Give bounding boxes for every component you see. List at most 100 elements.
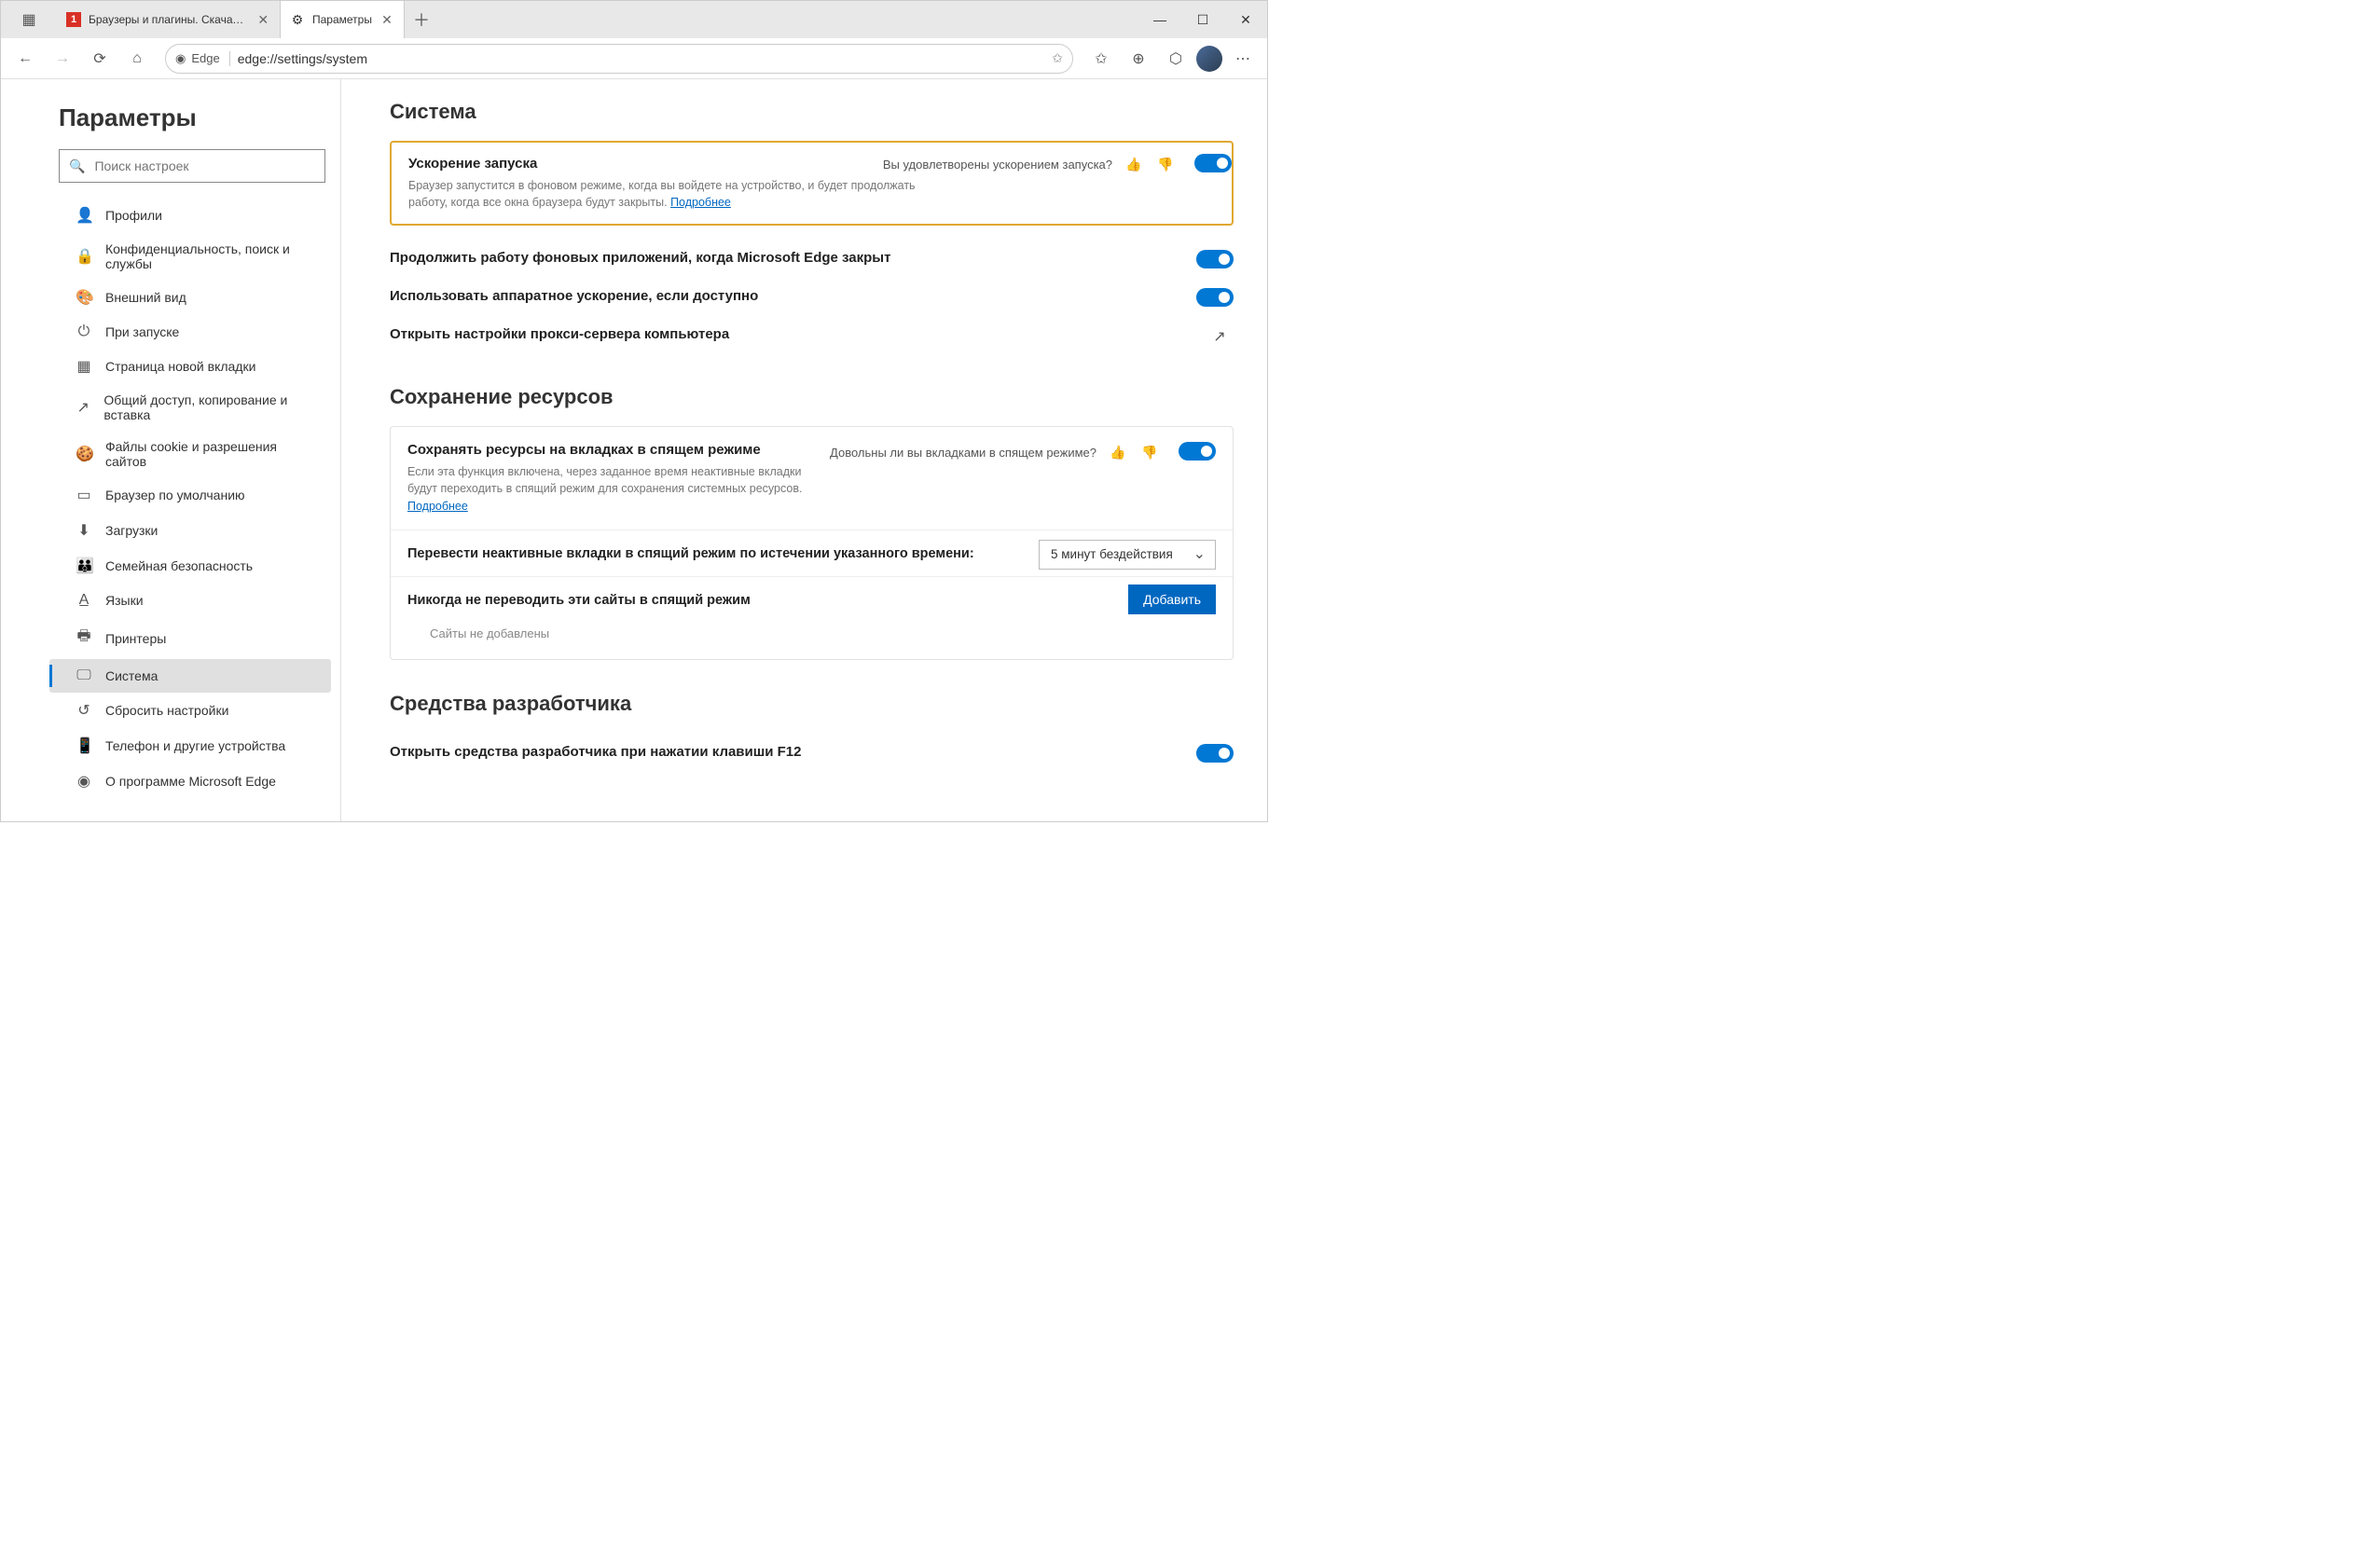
share-icon: ↗ [76,398,90,417]
sleeping-tabs-toggle[interactable] [1179,442,1216,461]
download-icon: ⬇ [76,521,92,540]
main-content: Система Ускорение запуска Браузер запуст… [341,79,1267,821]
sidebar: Параметры 🔍 👤Профили 🔒Конфиденциальность… [1,79,341,821]
sidebar-item-printers[interactable]: 🖶Принтеры [49,617,331,659]
tab-favicon-icon: 1 [66,12,81,27]
sleeping-tabs-setting: Сохранять ресурсы на вкладках в спящем р… [391,427,1233,529]
feedback-question: Довольны ли вы вкладками в спящем режиме… [830,446,1096,460]
learn-more-link[interactable]: Подробнее [407,500,468,513]
tab-title: Браузеры и плагины. Скачать б [89,13,248,26]
home-button[interactable]: ⌂ [120,42,154,76]
close-icon[interactable]: ✕ [255,12,270,27]
startup-boost-setting: Ускорение запуска Браузер запустится в ф… [390,141,1234,226]
sidebar-item-newtab[interactable]: ▦Страница новой вкладки [49,349,331,384]
sidebar-item-languages[interactable]: A̲Языки [49,584,331,617]
setting-desc: Браузер запустится в фоновом режиме, ког… [408,177,949,211]
titlebar: ▦ 1 Браузеры и плагины. Скачать б ✕ ⚙ Па… [1,1,1267,38]
tab-strip: 1 Браузеры и плагины. Скачать б ✕ ⚙ Пара… [57,1,1138,38]
family-icon: 👪 [76,557,92,575]
thumbs-up-icon[interactable]: 👍 [1124,154,1144,174]
minimize-button[interactable]: — [1138,1,1181,38]
tab-actions-icon[interactable]: ▦ [12,3,46,36]
profile-icon: 👤 [76,206,92,225]
sidebar-item-privacy[interactable]: 🔒Конфиденциальность, поиск и службы [49,233,331,280]
browser-label: ◉ Edge [175,51,230,66]
sidebar-item-downloads[interactable]: ⬇Загрузки [49,513,331,548]
sidebar-item-cookies[interactable]: 🍪Файлы cookie и разрешения сайтов [49,431,331,477]
sidebar-item-startup[interactable]: ⏻При запуске [49,315,331,349]
setting-title: Открыть средства разработчика при нажати… [390,744,1234,760]
sidebar-item-appearance[interactable]: 🎨Внешний вид [49,280,331,315]
proxy-settings-row[interactable]: Открыть настройки прокси-сервера компьют… [390,315,1234,353]
search-field[interactable] [94,158,315,173]
setting-desc: Если эта функция включена, через заданно… [407,463,808,514]
startup-boost-toggle[interactable] [1194,154,1232,172]
close-icon[interactable]: ✕ [379,12,394,27]
resources-card: Сохранять ресурсы на вкладках в спящем р… [390,426,1234,659]
forward-button: → [46,42,79,76]
power-icon: ⏻ [76,323,92,340]
reset-icon: ↺ [76,701,92,720]
continue-bg-toggle[interactable] [1196,250,1234,268]
setting-title: Продолжить работу фоновых приложений, ко… [390,250,1234,266]
palette-icon: 🎨 [76,288,92,307]
external-link-icon: ↗ [1209,326,1230,347]
new-tab-button[interactable]: ＋ [405,1,438,38]
tab-2-active[interactable]: ⚙ Параметры ✕ [281,1,405,38]
thumbs-down-icon[interactable]: 👎 [1155,154,1176,174]
devtools-f12-toggle[interactable] [1196,744,1234,763]
tab-title: Параметры [312,13,372,26]
search-icon: 🔍 [69,158,85,174]
tab-1[interactable]: 1 Браузеры и плагины. Скачать б ✕ [57,1,281,38]
thumbs-up-icon[interactable]: 👍 [1108,442,1128,462]
back-button[interactable]: ← [8,42,42,76]
search-input[interactable]: 🔍 [59,149,325,183]
addressbar[interactable]: ◉ Edge edge://settings/system ✩ [165,44,1073,74]
printer-icon: 🖶 [76,626,92,651]
lock-icon: 🔒 [76,247,92,266]
url-text: edge://settings/system [238,51,1045,66]
maximize-button[interactable]: ☐ [1181,1,1224,38]
gear-icon: ⚙ [290,12,305,27]
devtools-f12-setting: Открыть средства разработчика при нажати… [390,733,1234,771]
sidebar-item-about[interactable]: ◉О программе Microsoft Edge [49,763,331,799]
close-window-button[interactable]: ✕ [1224,1,1267,38]
edge-icon: ◉ [175,51,186,66]
phone-icon: 📱 [76,736,92,755]
menu-button[interactable]: ⋯ [1226,42,1260,76]
thumbs-down-icon[interactable]: 👎 [1139,442,1160,462]
system-icon: 🖵 [76,667,92,684]
hw-accel-toggle[interactable] [1196,288,1234,307]
sidebar-item-system[interactable]: 🖵Система [49,659,331,693]
sidebar-item-profiles[interactable]: 👤Профили [49,198,331,233]
section-heading-system: Система [390,100,1234,124]
browser-icon: ▭ [76,486,92,504]
avatar[interactable] [1196,46,1222,72]
page-title: Параметры [10,98,340,149]
sidebar-item-reset[interactable]: ↺Сбросить настройки [49,693,331,728]
learn-more-link[interactable]: Подробнее [670,196,731,209]
refresh-button[interactable]: ⟳ [83,42,117,76]
favorite-star-icon[interactable]: ✩ [1052,50,1063,66]
never-sleep-setting: Никогда не переводить эти сайты в спящий… [391,576,1233,659]
sidebar-item-family[interactable]: 👪Семейная безопасность [49,548,331,584]
hardware-accel-setting: Использовать аппаратное ускорение, если … [390,277,1234,315]
setting-title: Открыть настройки прокси-сервера компьют… [390,326,1234,342]
feedback-question: Вы удовлетворены ускорением запуска? [883,158,1112,172]
setting-title: Использовать аппаратное ускорение, если … [390,288,1234,304]
sidebar-item-phone[interactable]: 📱Телефон и другие устройства [49,728,331,763]
sidebar-item-default[interactable]: ▭Браузер по умолчанию [49,477,331,513]
sidebar-item-share[interactable]: ↗Общий доступ, копирование и вставка [49,384,331,431]
collections-button[interactable]: ⊕ [1122,42,1155,76]
edge-icon: ◉ [76,772,92,791]
extensions-button[interactable]: ⬡ [1159,42,1193,76]
language-icon: A̲ [76,592,92,609]
cookie-icon: 🍪 [76,445,92,463]
continue-background-setting: Продолжить работу фоновых приложений, ко… [390,239,1234,277]
grid-icon: ▦ [76,357,92,376]
add-button[interactable]: Добавить [1128,585,1216,614]
empty-state: Сайты не добавлены [407,623,1216,644]
toolbar: ← → ⟳ ⌂ ◉ Edge edge://settings/system ✩ … [1,38,1267,79]
favorites-button[interactable]: ✩ [1084,42,1118,76]
sleep-timeout-select[interactable]: 5 минут бездействия [1039,540,1216,570]
